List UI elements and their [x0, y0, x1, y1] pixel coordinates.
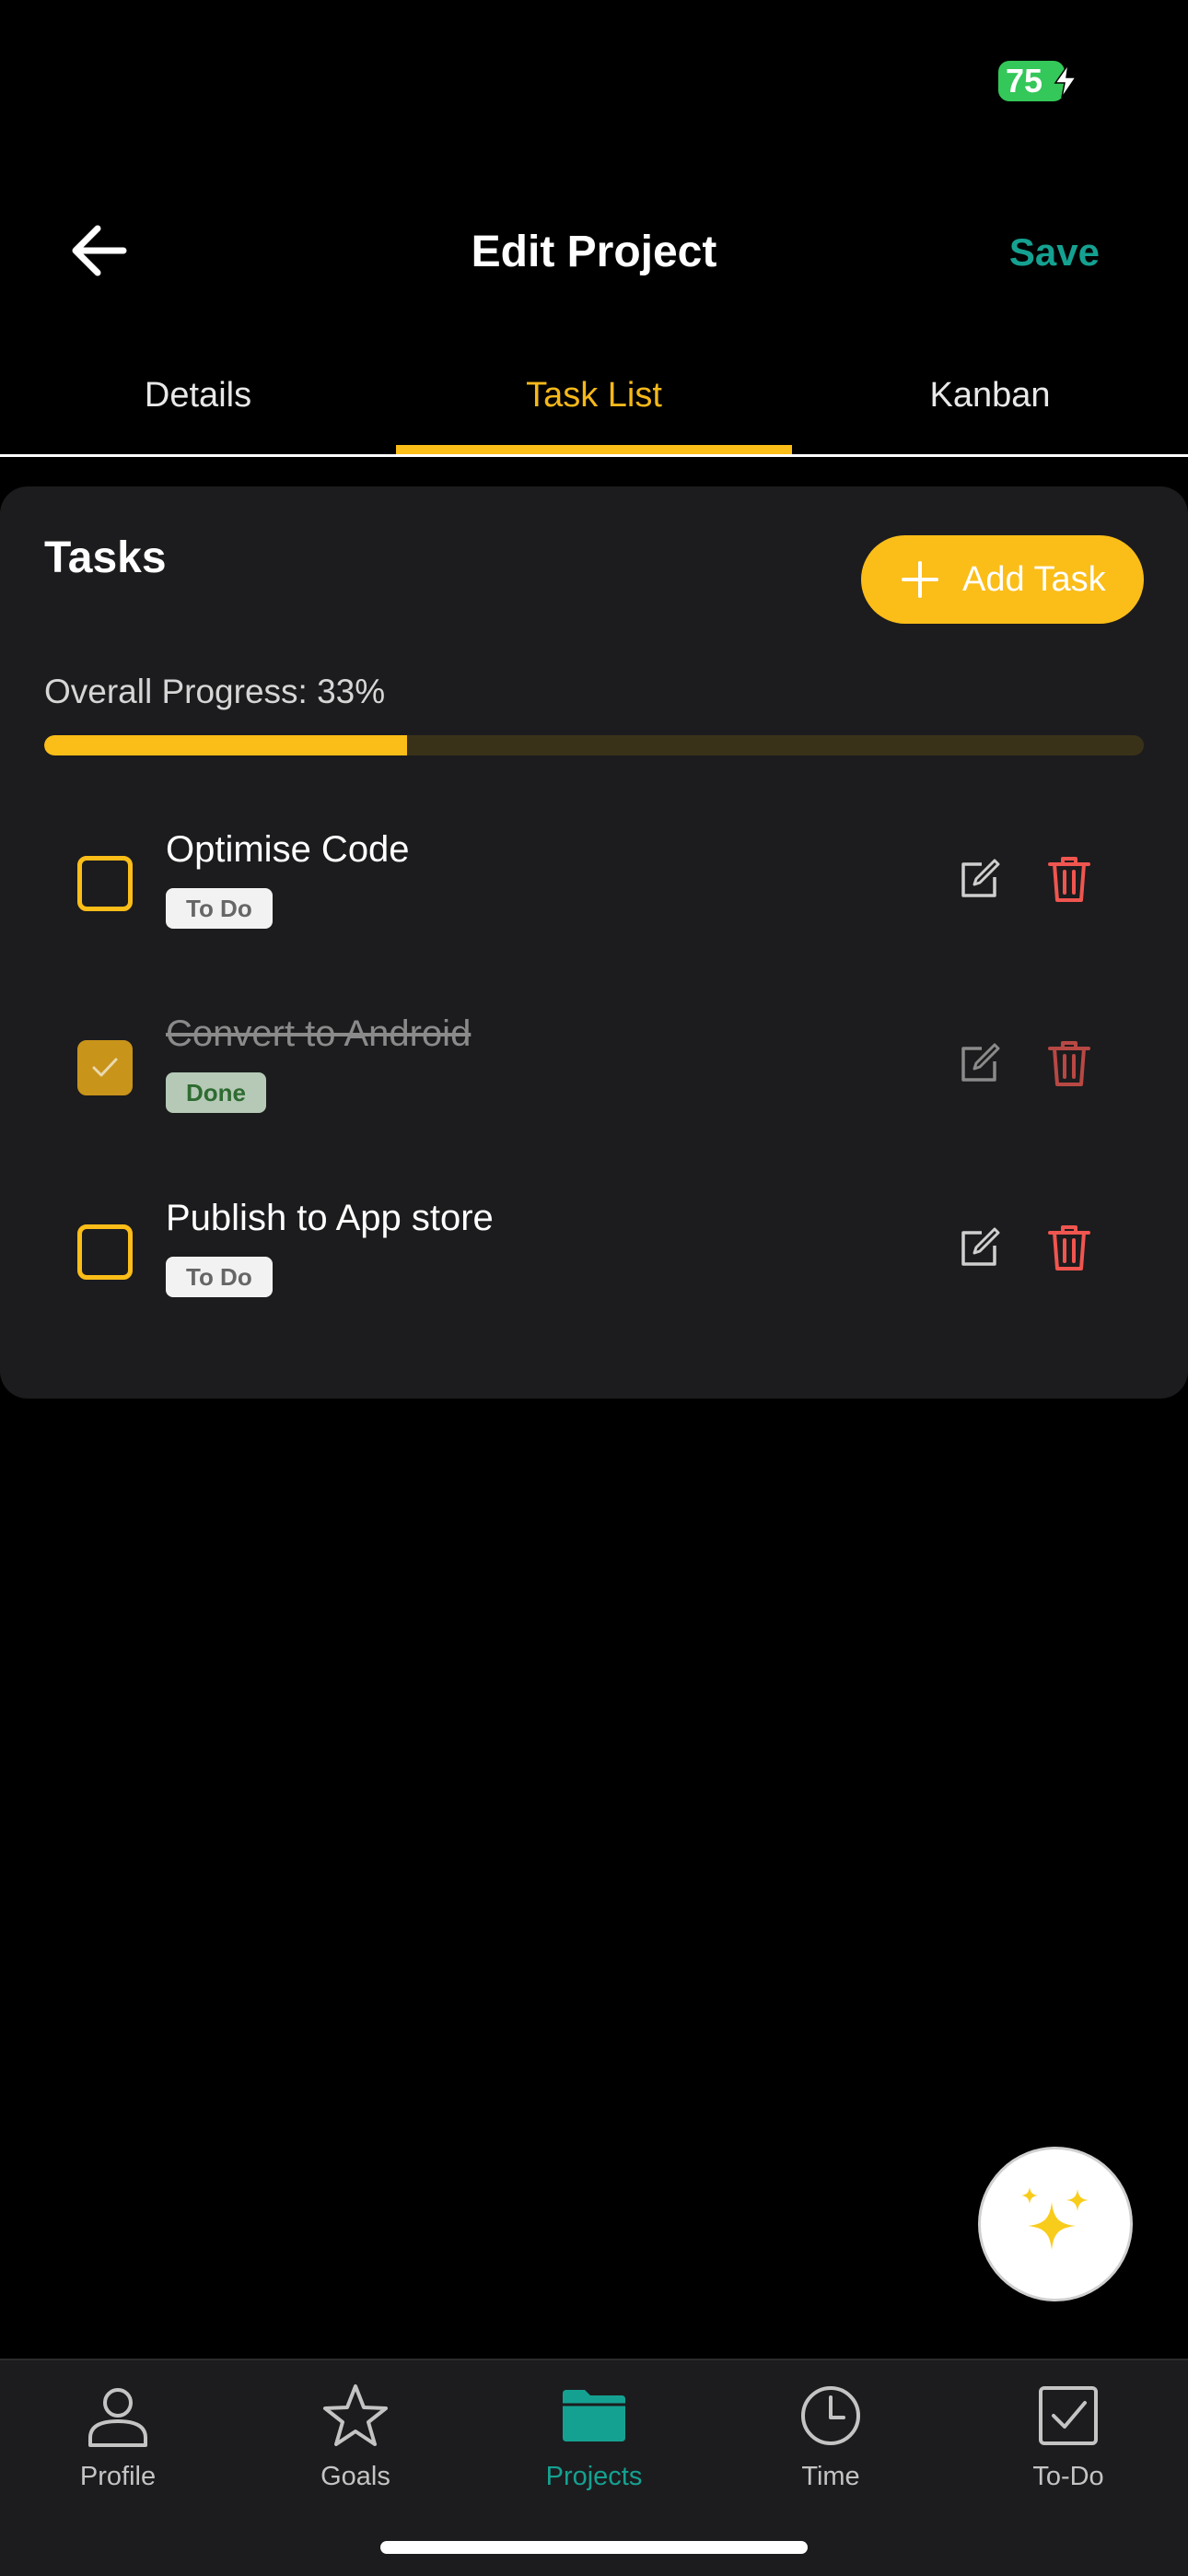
nav-profile[interactable]: Profile: [35, 2383, 201, 2492]
progress-fill: [44, 735, 408, 755]
nav-goals[interactable]: Goals: [273, 2383, 438, 2492]
task-checkbox[interactable]: [77, 1040, 133, 1095]
nav-label: Profile: [79, 2462, 157, 2491]
delete-icon[interactable]: [1048, 1039, 1090, 1087]
task-name: Optimise Code: [166, 829, 410, 870]
edit-icon[interactable]: [958, 1043, 1000, 1085]
task-name: Publish to App store: [166, 1198, 494, 1238]
plus-icon: [902, 561, 938, 598]
sparkles-icon: [1021, 2187, 1089, 2250]
task-row: Convert to Android Done: [0, 1002, 1188, 1150]
home-indicator: [380, 2541, 808, 2554]
star-icon: [323, 2384, 388, 2446]
tasks-card: Tasks Add Task Overall Progress: 33% Opt…: [0, 486, 1188, 1399]
progress-label: Overall Progress: 33%: [44, 673, 386, 710]
tasks-title: Tasks: [44, 533, 167, 582]
nav-label: To-Do: [1032, 2462, 1104, 2491]
nav-projects[interactable]: Projects: [511, 2383, 677, 2492]
checkbox-icon: [1039, 2386, 1098, 2445]
task-name: Convert to Android: [166, 1013, 472, 1054]
tab-kanban[interactable]: Kanban: [792, 359, 1188, 454]
task-row: Publish to App store To Do: [0, 1187, 1188, 1334]
tab-bar: Details Task List Kanban: [0, 359, 1188, 457]
folder-icon: [563, 2390, 625, 2441]
charging-bolt-icon: [1054, 64, 1077, 98]
checkmark-icon: [92, 1058, 118, 1077]
delete-icon[interactable]: [1048, 855, 1090, 903]
person-icon: [88, 2388, 147, 2447]
edit-icon[interactable]: [958, 859, 1000, 901]
delete-icon[interactable]: [1048, 1224, 1090, 1271]
progress-bar: [44, 735, 1144, 755]
battery-indicator: 75: [998, 61, 1077, 101]
status-badge: Done: [166, 1072, 266, 1113]
clock-icon: [801, 2386, 860, 2445]
task-checkbox[interactable]: [77, 856, 133, 911]
tab-task-list[interactable]: Task List: [396, 359, 792, 454]
header: Edit Project Save: [0, 193, 1188, 313]
edit-icon[interactable]: [958, 1227, 1000, 1270]
ai-assistant-button[interactable]: [978, 2147, 1133, 2301]
save-button[interactable]: Save: [1009, 230, 1100, 275]
nav-label: Time: [801, 2462, 860, 2491]
tab-details[interactable]: Details: [0, 359, 396, 454]
add-task-button[interactable]: Add Task: [861, 535, 1144, 624]
status-badge: To Do: [166, 1257, 273, 1297]
nav-label: Goals: [320, 2462, 390, 2491]
task-row: Optimise Code To Do: [0, 818, 1188, 966]
nav-todo[interactable]: To-Do: [985, 2383, 1151, 2492]
battery-level: 75: [1006, 62, 1043, 100]
nav-label: Projects: [545, 2462, 643, 2491]
add-task-label: Add Task: [962, 559, 1106, 599]
task-checkbox[interactable]: [77, 1224, 133, 1280]
status-badge: To Do: [166, 888, 273, 929]
nav-time[interactable]: Time: [748, 2383, 914, 2492]
